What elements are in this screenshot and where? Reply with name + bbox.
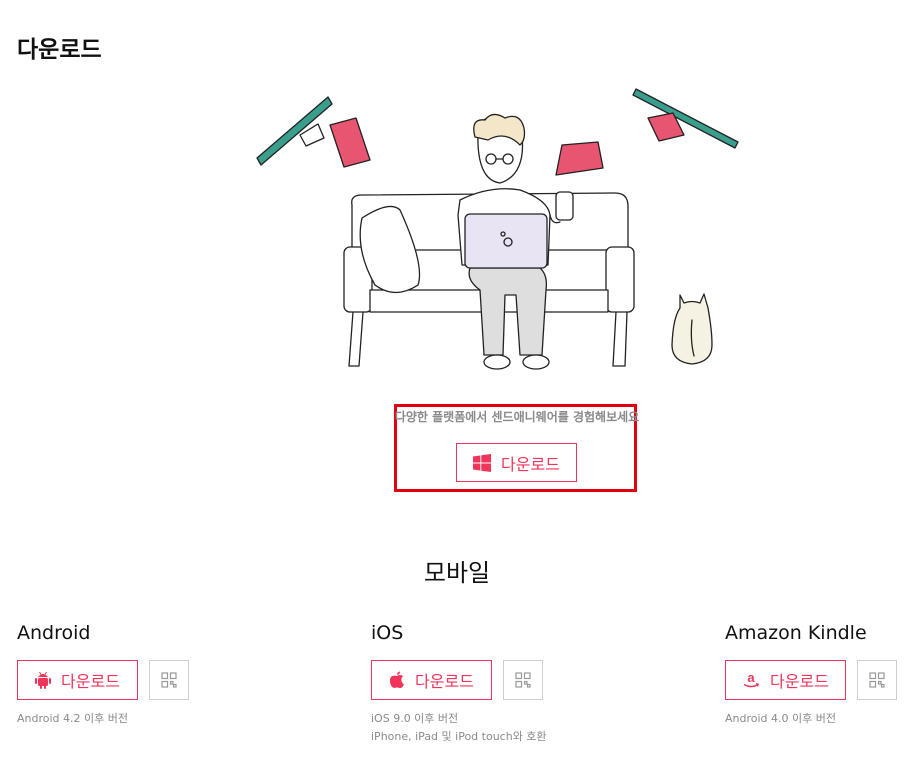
middle-paper <box>555 141 604 176</box>
amazon-qr-button[interactable] <box>857 660 897 700</box>
requirement-line: iOS 9.0 이후 버전 <box>371 712 459 725</box>
amazon-download-label: 다운로드 <box>770 672 829 691</box>
windows-icon <box>473 453 492 472</box>
hero-illustration <box>256 88 739 370</box>
android-icon <box>35 671 52 689</box>
qr-code-icon <box>515 672 531 688</box>
apple-icon <box>389 671 405 689</box>
windows-download-label: 다운로드 <box>501 454 560 474</box>
desktop-tagline: 다양한 플랫폼에서 센드애니웨어를 경험해보세요 <box>394 410 640 424</box>
ios-download-button[interactable]: 다운로드 <box>371 660 492 700</box>
requirement-line: iPhone, iPad 및 iPod touch와 호환 <box>371 730 547 743</box>
phone <box>555 191 574 221</box>
android-requirements: Android 4.2 이후 버전 <box>17 710 128 728</box>
platform-name: iOS <box>371 622 404 644</box>
android-download-label: 다운로드 <box>61 672 120 691</box>
android-download-button[interactable]: 다운로드 <box>17 660 138 700</box>
mobile-section-title: 모바일 <box>423 559 491 587</box>
svg-text:a: a <box>747 671 755 685</box>
ios-requirements: iOS 9.0 이후 버전 iPhone, iPad 및 iPod touch와… <box>371 710 547 746</box>
sofa-right-arm <box>605 246 635 313</box>
qr-code-icon <box>869 672 885 688</box>
ios-qr-button[interactable] <box>503 660 543 700</box>
platform-amazon-kindle: Amazon Kindle a 다운로드 Android 4.0 이후 버전 <box>725 620 897 725</box>
platform-ios: iOS 다운로드 iOS 9.0 이후 버전 iPhone, iPad 및 iP… <box>371 620 547 743</box>
android-qr-button[interactable] <box>149 660 189 700</box>
left-paper <box>329 117 371 168</box>
requirement-line: Android 4.0 이후 버전 <box>725 712 836 725</box>
amazon-download-button[interactable]: a 다운로드 <box>725 660 846 700</box>
platform-android: Android 다운로드 Android 4.2 이후 버전 <box>17 620 189 725</box>
page-title: 다운로드 <box>17 37 102 63</box>
platform-name: Amazon Kindle <box>725 622 867 644</box>
requirement-line: Android 4.2 이후 버전 <box>17 712 128 725</box>
windows-download-button[interactable]: 다운로드 <box>456 443 577 482</box>
laptop <box>464 213 548 269</box>
amazon-icon: a <box>743 671 760 688</box>
ios-download-label: 다운로드 <box>415 672 474 691</box>
platform-name: Android <box>17 622 91 644</box>
amazon-requirements: Android 4.0 이후 버전 <box>725 710 836 728</box>
qr-code-icon <box>161 672 177 688</box>
